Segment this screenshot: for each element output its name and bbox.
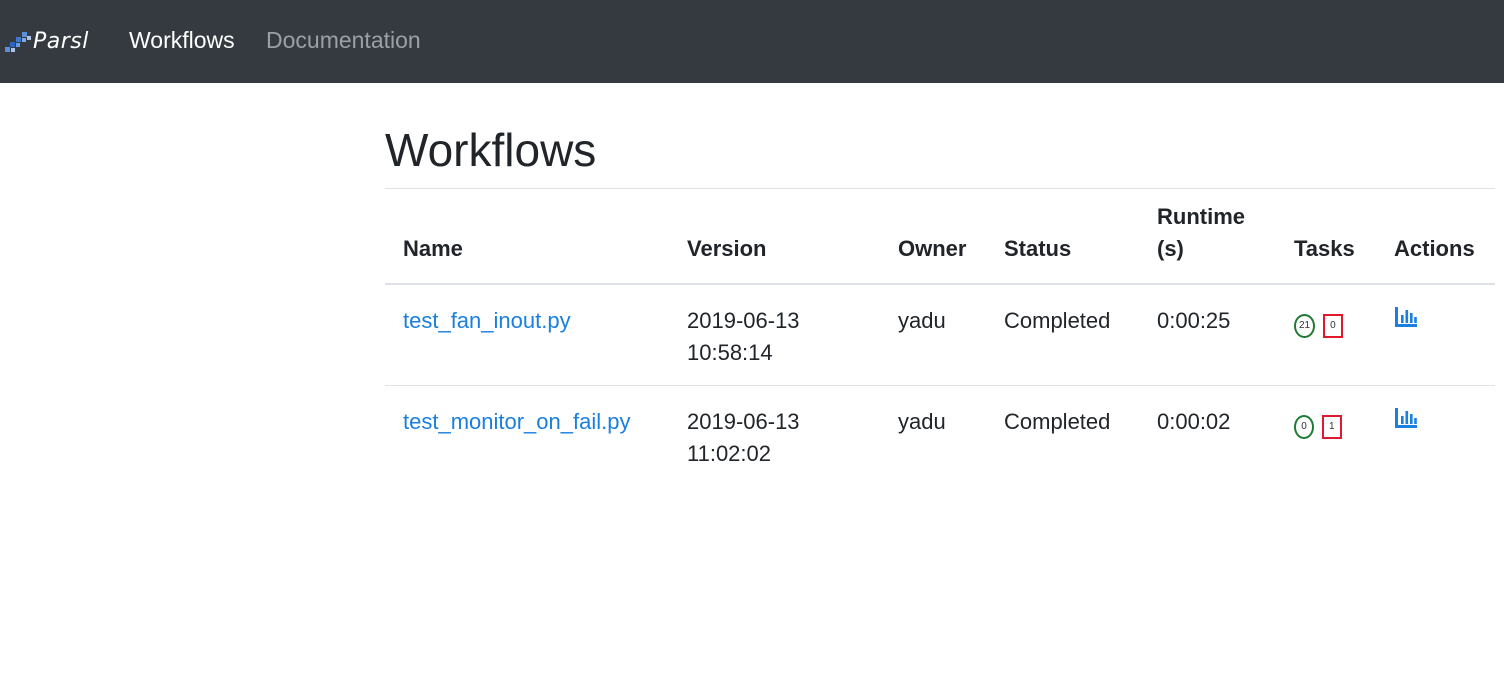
table-header-row: Name Version Owner Status Runtime (s) Ta… — [385, 189, 1495, 285]
nav-workflows-link[interactable]: Workflows — [129, 27, 235, 54]
page-title: Workflows — [385, 124, 597, 176]
version-time: 11:02:02 — [687, 441, 772, 466]
failed-tasks-badge: 0 — [1323, 314, 1343, 339]
workflow-name-cell: test_fan_inout.py — [385, 284, 669, 386]
completed-tasks-badge: 0 — [1294, 415, 1314, 440]
workflow-version-cell: 2019-06-13 10:58:14 — [669, 284, 880, 386]
workflow-owner: yadu — [880, 385, 986, 486]
workflow-owner: yadu — [898, 308, 946, 333]
workflow-runtime: 0:00:25 — [1157, 308, 1231, 333]
top-navbar: Parsl Workflows Documentation — [0, 0, 1504, 83]
workflow-actions-cell — [1376, 385, 1495, 486]
failed-tasks-badge: 1 — [1322, 415, 1342, 440]
workflow-status: Completed — [1004, 308, 1111, 333]
column-header-owner: Owner — [880, 189, 986, 285]
workflow-name-link[interactable]: test_fan_inout.py — [403, 308, 571, 333]
column-header-actions: Actions — [1376, 189, 1495, 285]
column-header-version: Version — [669, 189, 880, 285]
nav-documentation-link[interactable]: Documentation — [266, 27, 421, 54]
workflow-status: Completed — [986, 385, 1139, 486]
bar-chart-icon[interactable] — [1394, 306, 1418, 328]
workflow-tasks-cell: 21 0 — [1276, 284, 1376, 386]
column-header-tasks: Tasks — [1276, 189, 1376, 285]
version-date: 2019-06-13 — [687, 308, 800, 333]
parsl-logo-icon — [5, 31, 31, 52]
parsl-brand[interactable]: Parsl — [4, 22, 89, 62]
completed-tasks-badge: 21 — [1294, 314, 1316, 339]
brand-text: Parsl — [33, 29, 89, 54]
workflow-tasks-cell: 01 — [1276, 385, 1376, 486]
column-header-status: Status — [986, 189, 1139, 285]
workflow-version-cell: 2019-06-13 11:02:02 — [669, 385, 880, 486]
column-header-runtime: Runtime (s) — [1139, 189, 1276, 285]
column-header-name: Name — [385, 189, 669, 285]
workflows-table: Name Version Owner Status Runtime (s) Ta… — [385, 189, 1495, 486]
bar-chart-icon[interactable] — [1394, 407, 1418, 429]
workflow-name-link[interactable]: test_monitor_on_fail.py — [403, 409, 630, 434]
workflow-runtime: 0:00:02 — [1139, 385, 1276, 486]
version-time: 10:58:14 — [687, 340, 773, 365]
workflow-actions-cell — [1376, 284, 1495, 386]
workflow-name-cell: test_monitor_on_fail.py — [385, 385, 669, 486]
table-row: test_fan_inout.py 2019-06-13 10:58:14 ya… — [385, 284, 1495, 386]
table-row: test_monitor_on_fail.py 2019-06-13 11:02… — [385, 385, 1495, 486]
version-date: 2019-06-13 — [687, 409, 800, 434]
